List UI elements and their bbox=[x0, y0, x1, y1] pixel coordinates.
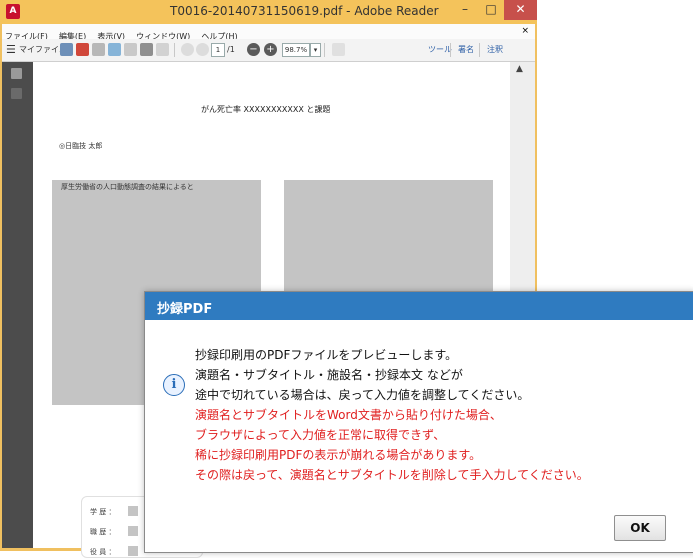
info-icon: i bbox=[163, 374, 185, 396]
menu-bar: ファイル(F) 編集(E) 表示(V) ウィンドウ(W) ヘルプ(H) × bbox=[2, 24, 535, 41]
save-icon[interactable] bbox=[124, 43, 137, 56]
create-pdf-icon[interactable] bbox=[76, 43, 89, 56]
zoom-out-icon[interactable]: − bbox=[247, 43, 260, 56]
message-line: 演題名・サブタイトル・施設名・抄録本文 などが bbox=[195, 368, 463, 382]
print-icon[interactable] bbox=[140, 43, 153, 56]
row-label-education: 学 歴 ： bbox=[90, 508, 116, 516]
email-icon[interactable] bbox=[156, 43, 169, 56]
ok-button[interactable]: OK bbox=[614, 515, 666, 541]
maximize-button[interactable]: □ bbox=[478, 0, 504, 20]
scroll-up-arrow-icon[interactable]: ▲ bbox=[516, 64, 523, 74]
page-total: /1 bbox=[227, 45, 235, 54]
zoom-dropdown-icon[interactable]: ▾ bbox=[310, 43, 321, 57]
pdf-title: がん死亡率 XXXXXXXXXXX と課題 bbox=[201, 105, 331, 114]
row-label-career: 職 歴 ： bbox=[90, 528, 116, 536]
navigation-panel bbox=[2, 62, 33, 548]
row-value-officer bbox=[128, 546, 138, 556]
toolbar: ☰ マイファイル 1 /1 − + 98.7% ▾ ツール 署名 注釈 bbox=[2, 39, 535, 62]
toolbar-divider bbox=[479, 43, 480, 57]
zoom-level-field[interactable]: 98.7% bbox=[282, 43, 310, 57]
open-icon[interactable] bbox=[60, 43, 73, 56]
comment-button[interactable]: 注釈 bbox=[487, 43, 503, 57]
toolbar-divider bbox=[450, 43, 451, 57]
dialog-title-bar[interactable]: 抄録PDF bbox=[145, 292, 693, 320]
pdf-body-text: 厚生労働省の人口動態調査の結果によると bbox=[61, 183, 194, 191]
zoom-in-icon[interactable]: + bbox=[264, 43, 277, 56]
tools-button[interactable]: ツール bbox=[428, 43, 452, 57]
fit-page-icon[interactable] bbox=[332, 43, 345, 56]
cloud-icon[interactable] bbox=[108, 43, 121, 56]
dialog-title: 抄録PDF bbox=[157, 302, 213, 317]
row-value-education bbox=[128, 506, 138, 516]
row-label-officer: 役 員 ： bbox=[90, 548, 116, 556]
next-page-icon[interactable] bbox=[196, 43, 209, 56]
close-button[interactable]: ✕ bbox=[504, 0, 537, 20]
pdf-author: ◎日臨技 太郎 bbox=[59, 142, 103, 150]
page-thumbnails-icon[interactable] bbox=[11, 68, 22, 79]
warning-line: その際は戻って、演題名とサブタイトルを削除して手入力してください。 bbox=[195, 468, 589, 482]
toolbar-divider bbox=[174, 43, 175, 57]
attachments-icon[interactable] bbox=[11, 88, 22, 99]
previous-page-icon[interactable] bbox=[181, 43, 194, 56]
warning-line: 稀に抄録印刷用PDFの表示が崩れる場合があります。 bbox=[195, 448, 482, 462]
adobe-reader-icon: A bbox=[6, 4, 20, 19]
abstract-pdf-dialog: 抄録PDF i 抄録印刷用のPDFファイルをプレビューします。 演題名・サブタイ… bbox=[144, 291, 693, 553]
title-bar[interactable]: A T0016-20140731150619.pdf - Adobe Reade… bbox=[0, 0, 537, 24]
warning-line: ブラウザによって入力値を正常に取得できず、 bbox=[195, 428, 446, 442]
warning-line: 演題名とサブタイトルをWord文書から貼り付けた場合、 bbox=[195, 408, 502, 422]
toolbar-divider bbox=[324, 43, 325, 57]
hamburger-menu-icon[interactable]: ☰ bbox=[6, 43, 16, 57]
minimize-button[interactable]: – bbox=[452, 0, 478, 20]
message-line: 途中で切れている場合は、戻って入力値を調整してください。 bbox=[195, 388, 530, 402]
page-number-input[interactable]: 1 bbox=[211, 43, 225, 57]
sign-button[interactable]: 署名 bbox=[458, 43, 474, 57]
edit-icon[interactable] bbox=[92, 43, 105, 56]
window-title: T0016-20140731150619.pdf - Adobe Reader bbox=[170, 4, 439, 18]
document-close-icon[interactable]: × bbox=[521, 24, 529, 39]
message-line: 抄録印刷用のPDFファイルをプレビューします。 bbox=[195, 348, 458, 362]
row-value-career bbox=[128, 526, 138, 536]
